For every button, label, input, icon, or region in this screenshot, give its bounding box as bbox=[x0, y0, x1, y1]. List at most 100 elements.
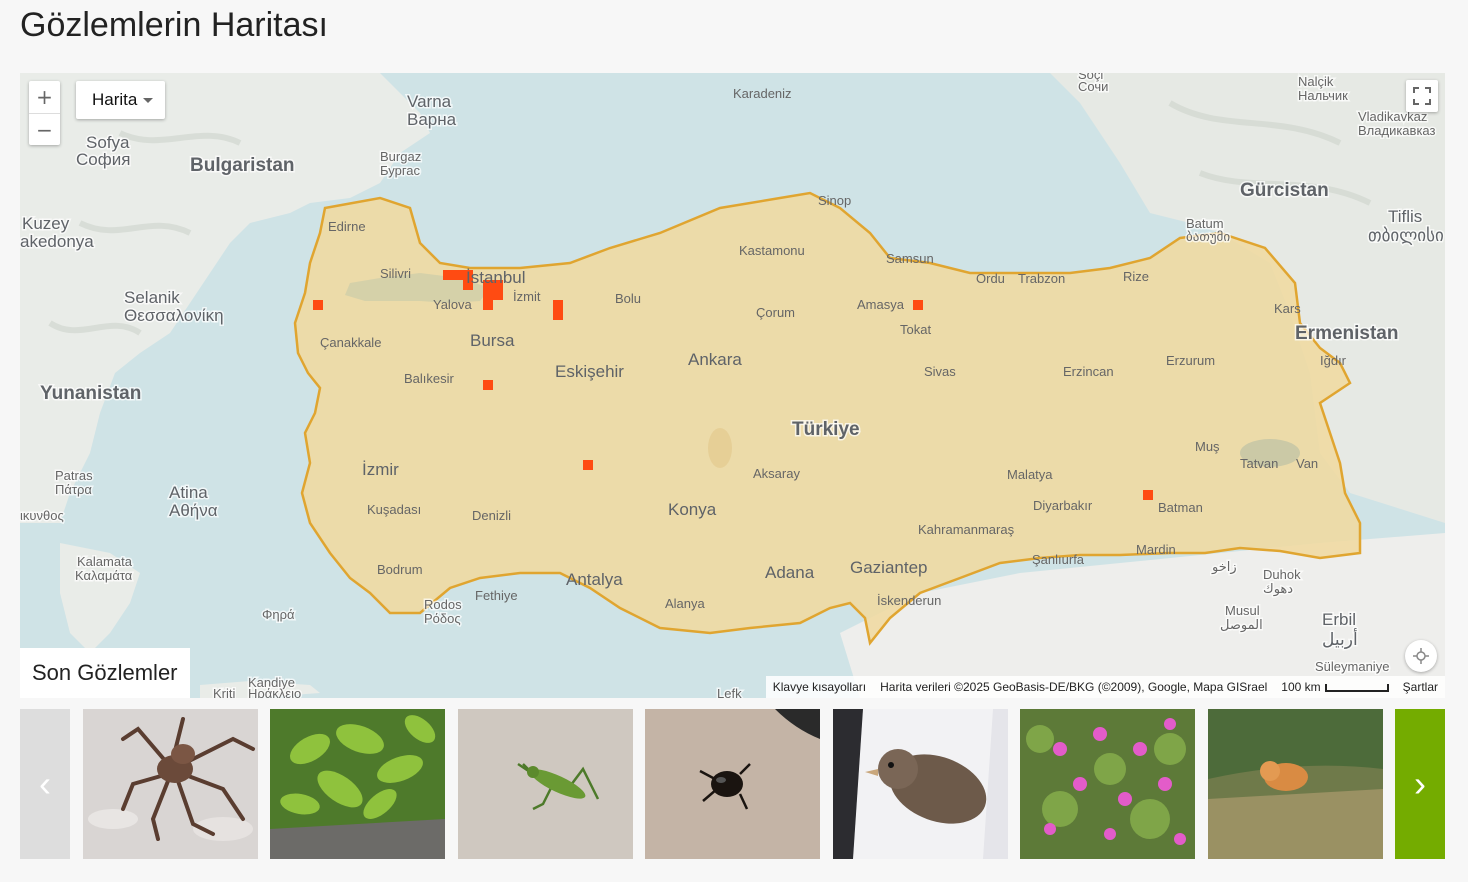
city-label: الموصل bbox=[1220, 617, 1263, 633]
country-label: Bulgaristan bbox=[190, 155, 295, 176]
observation-map[interactable]: Karadeniz Bulgaristan Gürcistan Ermenist… bbox=[20, 73, 1445, 698]
city-label: თბილისი bbox=[1368, 226, 1444, 245]
page-title: Gözlemlerin Haritası bbox=[20, 6, 328, 44]
carousel-next-button[interactable]: › bbox=[1395, 709, 1445, 859]
city-label: Θεσσαλονίκη bbox=[124, 306, 224, 325]
observation-marker[interactable] bbox=[313, 300, 323, 310]
observation-thumbnail[interactable] bbox=[1020, 709, 1195, 859]
city-label: زاخو bbox=[1211, 559, 1237, 575]
zoom-control: + − bbox=[29, 81, 60, 145]
city-label: Adana bbox=[765, 563, 815, 582]
city-label: Burgaz bbox=[380, 149, 421, 164]
observation-marker[interactable] bbox=[483, 380, 493, 390]
city-label: Sinop bbox=[818, 193, 851, 208]
map-canvas[interactable]: Karadeniz Bulgaristan Gürcistan Ermenist… bbox=[20, 73, 1445, 698]
city-label: Kriti bbox=[213, 686, 236, 698]
city-label: Gaziantep bbox=[850, 558, 928, 577]
scale-bar bbox=[1324, 683, 1389, 692]
sea-label: Karadeniz bbox=[733, 86, 792, 101]
cat-photo-icon bbox=[1208, 709, 1383, 859]
crosshair-icon bbox=[1413, 648, 1429, 664]
city-label: Tatvan bbox=[1240, 456, 1278, 471]
city-label: Ankara bbox=[688, 350, 742, 369]
city-label: Kalamata bbox=[77, 554, 133, 569]
city-label: Yalova bbox=[433, 297, 473, 312]
locate-button[interactable] bbox=[1405, 640, 1437, 672]
city-label: Fethiye bbox=[475, 588, 518, 603]
city-label: Silivri bbox=[380, 266, 411, 281]
city-label: Duhok bbox=[1263, 567, 1301, 582]
terms-link[interactable]: Şartlar bbox=[1403, 680, 1438, 694]
city-label: Kars bbox=[1274, 301, 1301, 316]
observation-marker[interactable] bbox=[583, 460, 593, 470]
country-label: Ermenistan bbox=[1295, 323, 1398, 344]
grasshopper-photo-icon bbox=[458, 709, 633, 859]
city-label: Bodrum bbox=[377, 562, 423, 577]
lake-tuz bbox=[708, 428, 732, 468]
observation-thumbnail[interactable] bbox=[458, 709, 633, 859]
city-label: ικυνθος bbox=[20, 508, 64, 523]
city-label: İzmit bbox=[513, 289, 541, 304]
zoom-in-button[interactable]: + bbox=[29, 81, 60, 113]
city-label: Iğdır bbox=[1320, 353, 1347, 368]
city-label: Çorum bbox=[756, 305, 795, 320]
city-label: Balıkesir bbox=[404, 371, 455, 386]
city-label: Bursa bbox=[470, 331, 515, 350]
spider-photo-icon bbox=[83, 709, 258, 859]
city-label: Süleymaniye bbox=[1315, 659, 1389, 674]
city-label: Καλαμάτα bbox=[75, 568, 133, 583]
plant-photo-icon bbox=[270, 709, 445, 859]
city-label: Muş bbox=[1195, 439, 1220, 454]
keyboard-shortcuts-link[interactable]: Klavye kısayolları bbox=[773, 680, 866, 694]
city-label: Владикавказ bbox=[1358, 123, 1436, 138]
city-label: Şanlıurfa bbox=[1032, 552, 1085, 567]
recent-observations-carousel: ‹ › bbox=[20, 709, 1445, 859]
map-attribution: Klavye kısayolları Harita verileri ©2025… bbox=[765, 676, 1445, 698]
scale-label: 100 km bbox=[1281, 680, 1321, 694]
observation-thumbnail[interactable] bbox=[833, 709, 1008, 859]
city-label: Ordu bbox=[976, 271, 1005, 286]
country-label: Türkiye bbox=[792, 419, 860, 440]
observation-marker[interactable] bbox=[483, 290, 493, 310]
observation-marker[interactable] bbox=[1143, 490, 1153, 500]
city-label: Ρόδος bbox=[424, 611, 461, 626]
city-label: Atina bbox=[169, 483, 208, 502]
country-label: Yunanistan bbox=[40, 383, 141, 404]
carousel-prev-button[interactable]: ‹ bbox=[20, 709, 70, 859]
city-label: İzmir bbox=[362, 460, 399, 479]
fullscreen-icon bbox=[1413, 87, 1431, 105]
city-label: Selanik bbox=[124, 288, 180, 307]
city-label: Aksaray bbox=[753, 466, 800, 481]
city-label: Варна bbox=[407, 110, 457, 129]
city-label: Denizli bbox=[472, 508, 511, 523]
city-label: İstanbul bbox=[466, 268, 526, 287]
observation-marker[interactable] bbox=[913, 300, 923, 310]
city-label: Sivas bbox=[924, 364, 956, 379]
city-label: Нальчик bbox=[1298, 88, 1348, 103]
observation-thumbnail[interactable] bbox=[645, 709, 820, 859]
city-label: Бургас bbox=[380, 163, 421, 178]
city-label: Samsun bbox=[886, 251, 934, 266]
country-label: Kuzey bbox=[22, 214, 70, 233]
city-label: Ηράκλειο bbox=[248, 686, 301, 698]
city-label: Antalya bbox=[566, 570, 623, 589]
observation-thumbnail[interactable] bbox=[270, 709, 445, 859]
fullscreen-button[interactable] bbox=[1406, 80, 1438, 112]
city-label: Πάτρα bbox=[55, 482, 92, 497]
map-type-dropdown[interactable]: Harita bbox=[76, 81, 166, 119]
city-label: Mardin bbox=[1136, 542, 1176, 557]
caret-down-icon bbox=[143, 97, 154, 103]
observation-thumbnail[interactable] bbox=[83, 709, 258, 859]
city-label: Kahramanmaraş bbox=[918, 522, 1015, 537]
city-label: Kastamonu bbox=[739, 243, 805, 258]
zoom-out-button[interactable]: − bbox=[29, 113, 60, 145]
city-label: Musul bbox=[1225, 603, 1260, 618]
observation-marker[interactable] bbox=[553, 300, 563, 320]
city-label: Erzurum bbox=[1166, 353, 1215, 368]
flower-photo-icon bbox=[1020, 709, 1195, 859]
city-label: Van bbox=[1296, 456, 1318, 471]
observation-thumbnail[interactable] bbox=[1208, 709, 1383, 859]
city-label: Çanakkale bbox=[320, 335, 381, 350]
map-type-label: Harita bbox=[92, 90, 138, 109]
country-label: akedonya bbox=[20, 232, 94, 251]
